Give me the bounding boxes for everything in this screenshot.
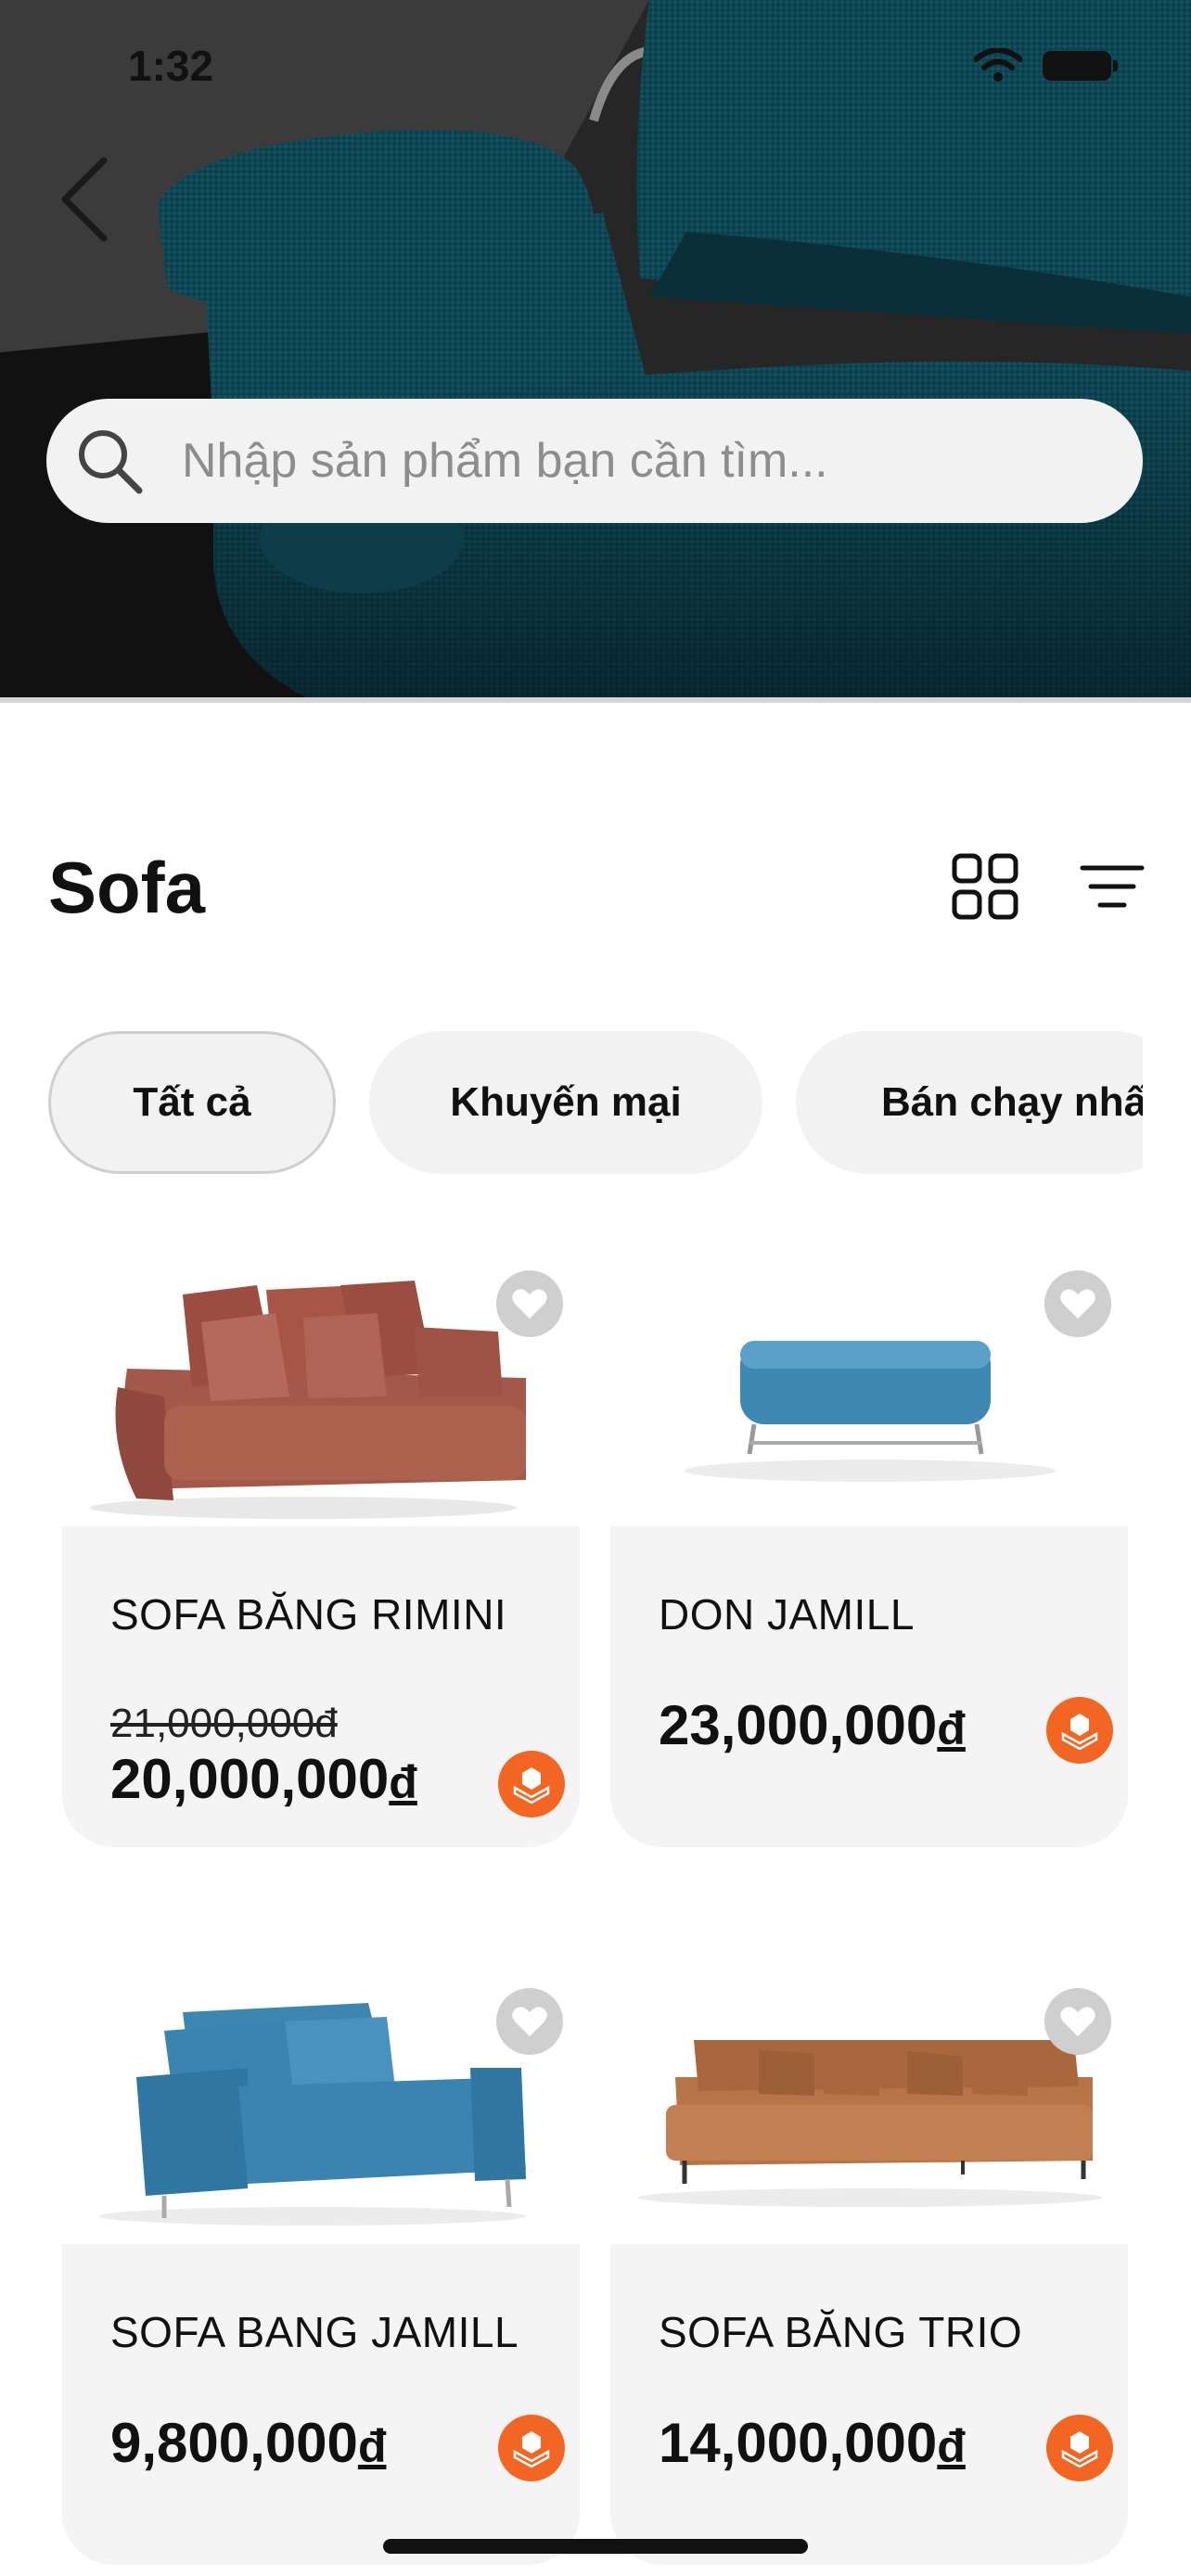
status-time: 1:32	[128, 42, 214, 90]
product-info: SOFA BĂNG RIMINI 21,000,000đ 20,000,000đ	[62, 1526, 580, 1847]
favorite-button[interactable]	[1044, 1270, 1111, 1337]
cart-3d-icon	[1061, 1714, 1098, 1751]
product-card[interactable]: SOFA BANG JAMILL 9,800,000đ	[62, 1975, 580, 2565]
page-title: Sofa	[48, 847, 206, 928]
tab-best-seller[interactable]: Bán chạy nhất	[796, 1031, 1143, 1174]
cart-3d-icon	[1061, 2431, 1098, 2468]
wifi-icon	[974, 48, 1022, 82]
product-name: SOFA BĂNG RIMINI	[110, 1590, 507, 1639]
product-price: 20,000,000đ	[110, 1748, 417, 1810]
product-price: 14,000,000đ	[659, 2412, 966, 2474]
product-image[interactable]	[610, 1975, 1128, 2244]
old-price: 21,000,000đ	[110, 1701, 338, 1746]
favorite-button[interactable]	[496, 1270, 563, 1337]
status-icons	[974, 48, 1118, 83]
filter-lines-icon	[1080, 865, 1145, 908]
add-to-cart-button[interactable]	[1046, 2415, 1113, 2481]
cart-3d-icon	[513, 1767, 550, 1804]
product-name: SOFA BĂNG TRIO	[659, 2308, 1023, 2356]
add-to-cart-button[interactable]	[498, 1751, 565, 1817]
product-name: DON JAMILL	[659, 1590, 915, 1639]
heart-icon	[512, 1289, 547, 1319]
hero-divider	[0, 697, 1191, 703]
product-card[interactable]: DON JAMILL 23,000,000đ	[610, 1257, 1128, 1847]
heart-icon	[1060, 2007, 1095, 2036]
product-image[interactable]	[610, 1257, 1128, 1526]
product-card[interactable]: SOFA BĂNG TRIO 14,000,000đ	[610, 1975, 1128, 2565]
favorite-button[interactable]	[1044, 1988, 1111, 2055]
hero-sofa-image	[0, 0, 1191, 697]
category-tabs: Tất cả Khuyến mại Bán chạy nhất	[48, 1031, 1143, 1176]
heart-icon	[1060, 1289, 1095, 1319]
product-image[interactable]	[62, 1257, 580, 1526]
hero-banner: 1:32	[0, 0, 1191, 697]
filter-button[interactable]	[1080, 862, 1145, 911]
product-card[interactable]: SOFA BĂNG RIMINI 21,000,000đ 20,000,000đ	[62, 1257, 580, 1847]
product-name: SOFA BANG JAMILL	[110, 2308, 519, 2356]
cart-3d-icon	[513, 2431, 550, 2468]
search-icon	[79, 430, 143, 494]
add-to-cart-button[interactable]	[498, 2415, 565, 2481]
heart-icon	[512, 2007, 547, 2036]
grid-view-icon	[952, 853, 1018, 920]
product-image[interactable]	[62, 1975, 580, 2244]
product-info: SOFA BANG JAMILL 9,800,000đ	[62, 2244, 580, 2565]
favorite-button[interactable]	[496, 1988, 563, 2055]
search-bar[interactable]	[46, 399, 1143, 523]
search-input[interactable]	[180, 432, 1111, 490]
tab-promotion[interactable]: Khuyến mại	[369, 1031, 762, 1174]
back-button[interactable]	[46, 148, 121, 250]
add-to-cart-button[interactable]	[1046, 1697, 1113, 1764]
tab-all[interactable]: Tất cả	[48, 1031, 336, 1174]
grid-view-button[interactable]	[952, 853, 1018, 920]
home-indicator[interactable]	[383, 2539, 808, 2554]
battery-icon	[1043, 51, 1118, 81]
product-info: SOFA BĂNG TRIO 14,000,000đ	[610, 2244, 1128, 2565]
product-price: 9,800,000đ	[110, 2412, 387, 2474]
product-info: DON JAMILL 23,000,000đ	[610, 1526, 1128, 1847]
back-chevron-icon	[61, 157, 108, 242]
product-price: 23,000,000đ	[659, 1694, 966, 1756]
